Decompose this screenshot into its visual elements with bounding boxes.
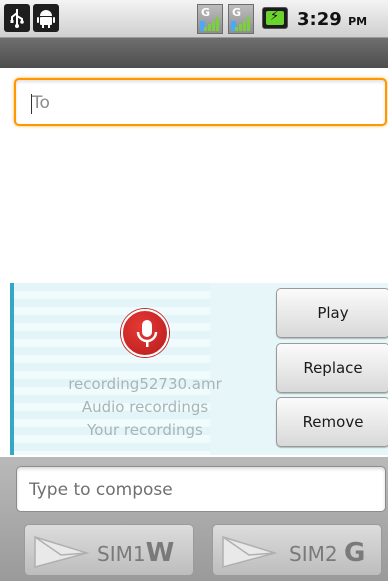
attachment-line-3: Your recordings: [87, 421, 203, 439]
to-field[interactable]: [14, 78, 387, 126]
play-button[interactable]: Play: [276, 288, 388, 338]
audio-attachment-panel: recording52730.amr Audio recordings Your…: [10, 283, 388, 455]
sim1-mark: W: [145, 538, 175, 568]
compose-bar: SIM1W SIM2 G: [0, 457, 388, 581]
microphone-icon: [121, 309, 169, 357]
to-input[interactable]: [32, 90, 372, 116]
send-sim1-button[interactable]: SIM1W: [24, 524, 194, 576]
attachment-file-name: recording52730.amr: [68, 375, 222, 393]
sim1-label: SIM1: [97, 542, 146, 566]
status-bar: G G ⚡ 3:29 PM: [0, 0, 388, 38]
sim2-mark: G: [343, 538, 366, 568]
sim2-label: SIM2: [289, 542, 338, 566]
send-sim2-button[interactable]: SIM2 G: [212, 524, 382, 576]
remove-button[interactable]: Remove: [276, 397, 388, 447]
title-bar: [0, 38, 388, 68]
usb-icon: [4, 4, 30, 32]
attachment-line-2: Audio recordings: [81, 398, 209, 416]
envelope-icon: [34, 535, 89, 568]
compose-input[interactable]: [29, 477, 369, 503]
signal-g-icon: G: [228, 4, 254, 34]
signal-g-icon: G: [197, 4, 223, 34]
compose-field[interactable]: [16, 466, 386, 512]
time-ampm: PM: [348, 15, 368, 28]
replace-button[interactable]: Replace: [276, 343, 388, 393]
android-debug-icon: [33, 4, 59, 32]
time-value: 3:29: [297, 9, 342, 30]
battery-charging-icon: ⚡: [262, 7, 288, 29]
status-time: 3:29 PM: [297, 9, 367, 30]
envelope-icon: [222, 535, 277, 568]
